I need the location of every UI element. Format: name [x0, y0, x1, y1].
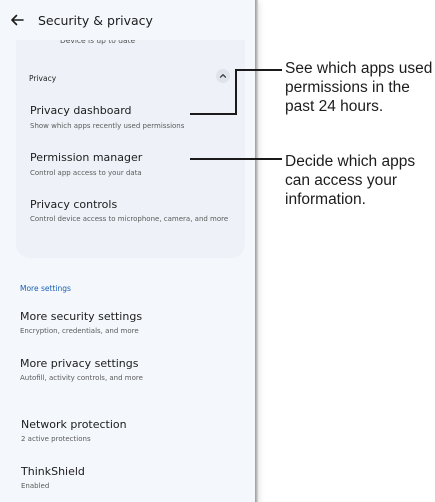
more-security-settings-title: More security settings: [20, 310, 143, 323]
permission-manager-subtitle: Control app access to your data: [30, 169, 142, 177]
arrow-left-icon[interactable]: [10, 14, 24, 26]
more-privacy-settings-subtitle: Autofill, activity controls, and more: [20, 374, 143, 382]
callout-line: [190, 158, 282, 160]
callout-permission-manager: Decide which apps can access your inform…: [285, 153, 416, 208]
thinkshield-title: ThinkShield: [21, 465, 85, 478]
phone-screen: Security & privacy Device is up to date …: [0, 0, 255, 502]
callout-privacy-dashboard: See which apps used permissions in the p…: [285, 60, 433, 115]
network-protection-subtitle: 2 active protections: [21, 435, 91, 443]
privacy-section-label: Privacy: [29, 74, 57, 83]
page-title: Security & privacy: [38, 13, 153, 28]
more-privacy-settings-title: More privacy settings: [20, 357, 139, 370]
callout-line: [235, 69, 282, 71]
privacy-controls-subtitle: Control device access to microphone, cam…: [30, 215, 229, 223]
thinkshield-subtitle: Enabled: [21, 482, 50, 490]
chevron-up-icon: [219, 74, 227, 78]
privacy-dashboard-subtitle: Show which apps recently used permission…: [30, 122, 185, 130]
more-settings-label: More settings: [20, 284, 71, 293]
network-protection-title: Network protection: [21, 418, 127, 431]
more-security-settings-subtitle: Encryption, credentials, and more: [20, 327, 139, 335]
privacy-controls-title: Privacy controls: [30, 198, 118, 211]
callout-line: [190, 113, 237, 115]
callout-line: [235, 69, 237, 115]
permission-manager-title: Permission manager: [30, 151, 143, 164]
collapse-button[interactable]: [216, 69, 230, 83]
privacy-dashboard-title: Privacy dashboard: [30, 104, 132, 117]
app-bar: Security & privacy: [0, 0, 255, 40]
phone-edge: [255, 0, 258, 502]
